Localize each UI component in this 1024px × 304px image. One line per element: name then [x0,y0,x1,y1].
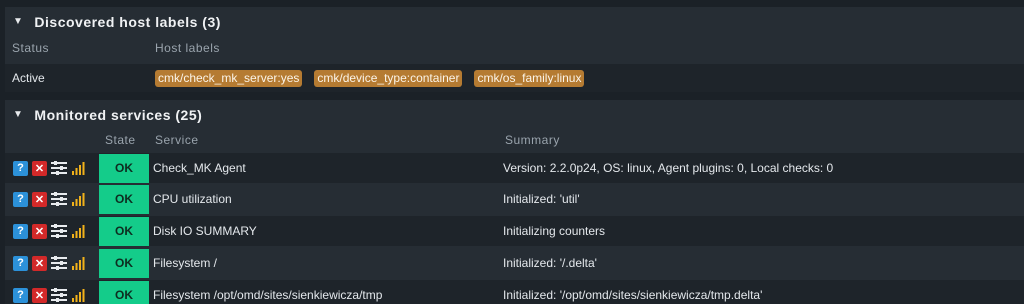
column-status: Status [12,40,50,55]
perf-graph-icon[interactable] [71,224,85,239]
service-summary: Initialized: '/.delta' [503,256,597,270]
host-labels-row: Active cmk/check_mk_server:yes cmk/devic… [5,64,1024,92]
column-state: State [105,133,136,147]
remove-icon[interactable]: ✕ [32,191,47,207]
perf-graph-icon[interactable] [71,192,85,207]
perf-graph-icon[interactable] [71,256,85,271]
perf-graph-icon[interactable] [71,288,85,303]
service-name[interactable]: Disk IO SUMMARY [153,224,257,238]
service-name[interactable]: Filesystem /opt/omd/sites/sienkiewicza/t… [153,288,382,302]
services-column-headers: State Service Summary [5,129,1024,151]
label-status: Active [12,71,45,85]
service-summary: Initialized: '/opt/omd/sites/sienkiewicz… [503,288,763,302]
host-labels-title: Discovered host labels (3) [34,13,221,30]
parameters-icon[interactable] [51,161,67,176]
remove-icon[interactable]: ✕ [32,223,47,239]
help-icon[interactable]: ? [13,160,28,176]
host-label-chip[interactable]: cmk/check_mk_server:yes [155,69,303,87]
column-summary: Summary [505,133,560,147]
service-row: ? ✕ OK Filesystem / Initialized: '/.delta' [5,248,1024,278]
service-summary: Version: 2.2.0p24, OS: linux, Agent plug… [503,161,834,175]
help-icon[interactable]: ? [13,191,28,207]
collapse-triangle-icon[interactable]: ▼ [13,16,23,27]
services-title: Monitored services (25) [34,106,203,123]
host-label-chip[interactable]: cmk/os_family:linux [474,69,585,87]
services-header[interactable]: ▼ Monitored services (25) [5,100,1024,129]
help-icon[interactable]: ? [13,287,28,303]
help-icon[interactable]: ? [13,255,28,271]
service-row: ? ✕ OK Filesystem /opt/omd/sites/sienkiewic… [5,280,1024,304]
service-action-icons: ? ✕ [13,223,89,239]
parameters-icon[interactable] [51,224,67,239]
service-name[interactable]: Filesystem / [153,256,217,270]
remove-icon[interactable]: ✕ [32,287,47,303]
service-summary: Initialized: 'util' [503,192,580,206]
host-label-chips: cmk/check_mk_server:yes cmk/device_type:… [155,69,596,87]
parameters-icon[interactable] [51,192,67,207]
remove-icon[interactable]: ✕ [32,160,47,176]
column-host-labels: Host labels [155,40,220,55]
remove-icon[interactable]: ✕ [32,255,47,271]
state-badge: OK [99,248,149,278]
service-action-icons: ? ✕ [13,160,89,176]
parameters-icon[interactable] [51,256,67,271]
monitored-services-section: ▼ Monitored services (25) State Service … [5,100,1024,304]
service-summary: Initializing counters [503,224,606,238]
state-badge: OK [99,216,149,246]
service-action-icons: ? ✕ [13,191,89,207]
service-action-icons: ? ✕ [13,287,89,303]
service-row: ? ✕ OK Check_MK Agent Version: 2.2.0p24, OS:… [5,153,1024,183]
service-name[interactable]: CPU utilization [153,192,232,206]
perf-graph-icon[interactable] [71,161,85,176]
state-badge: OK [99,184,149,214]
host-labels-column-headers: Status Host labels [5,36,1024,59]
parameters-icon[interactable] [51,288,67,303]
service-name[interactable]: Check_MK Agent [153,161,246,175]
service-row: ? ✕ OK CPU utilization Initialized: 'util' [5,184,1024,214]
column-service: Service [155,133,199,147]
collapse-triangle-icon[interactable]: ▼ [13,109,23,120]
host-label-chip[interactable]: cmk/device_type:container [314,69,463,87]
help-icon[interactable]: ? [13,223,28,239]
service-action-icons: ? ✕ [13,255,89,271]
state-badge: OK [99,280,149,304]
service-row: ? ✕ OK Disk IO SUMMARY Initializing counters [5,216,1024,246]
host-labels-header[interactable]: ▼ Discovered host labels (3) [5,7,1024,36]
state-badge: OK [99,153,149,183]
host-labels-section: ▼ Discovered host labels (3) Status Host… [5,7,1024,92]
